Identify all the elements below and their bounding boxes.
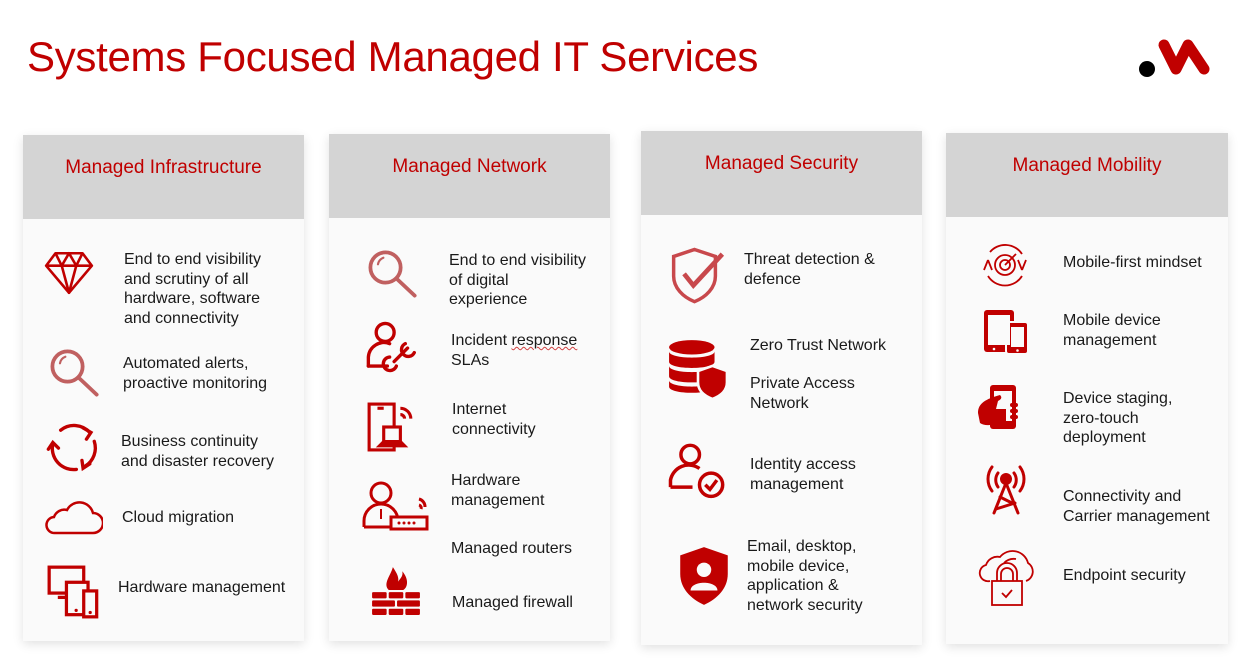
shield-check-icon — [669, 246, 727, 304]
card-heading: Managed Mobility — [1012, 155, 1162, 176]
devices-icon — [47, 565, 101, 619]
item-text: Hardware management — [451, 472, 545, 509]
item-text: Managed firewall — [452, 594, 573, 611]
phone-laptop-wifi-icon — [367, 402, 415, 452]
target-cycle-icon — [980, 240, 1030, 290]
firewall-icon — [370, 565, 422, 615]
card-header: Managed Security — [641, 131, 922, 215]
diamond-icon — [43, 247, 95, 299]
dot-m-logo-icon — [1138, 33, 1220, 81]
item-text: End to end visibility and scrutiny of al… — [124, 251, 261, 327]
card-managed-mobility: Managed Mobility Mobile-first mindset Mo… — [946, 133, 1228, 644]
user-wrench-icon — [365, 319, 421, 375]
item-text: Connectivity and Carrier management — [1063, 488, 1210, 525]
card-heading: Managed Infrastructure — [65, 157, 262, 178]
card-managed-network: Managed Network End to end visibility of… — [329, 134, 610, 641]
item-text: Threat detection & defence — [744, 251, 875, 288]
cloud-lock-icon — [976, 545, 1036, 607]
card-heading: Managed Security — [704, 153, 859, 174]
spellcheck-word: response — [511, 332, 578, 349]
magnifier-icon — [365, 247, 419, 301]
item-text: Cloud migration — [122, 509, 235, 526]
cycle-arrows-icon — [45, 419, 101, 475]
item-text: Managed routers — [451, 540, 572, 557]
shield-user-icon — [677, 545, 731, 607]
item-text: Automated alerts, proactive monitoring — [123, 355, 268, 392]
item-text: Mobile device management — [1063, 312, 1161, 349]
item-text: Endpoint security — [1063, 567, 1186, 584]
user-check-icon — [667, 443, 725, 501]
card-managed-infrastructure: Managed Infrastructure End to end visibi… — [23, 135, 304, 641]
cloud-icon — [45, 497, 105, 537]
item-text: Email, desktop, mobile device, applicati… — [747, 538, 863, 614]
card-header: Managed Infrastructure — [23, 135, 304, 219]
item-text: Business continuity and disaster recover… — [121, 433, 274, 470]
item-text: Mobile-first mindset — [1063, 254, 1202, 271]
item-text: Internet connectivity — [452, 401, 536, 438]
card-header: Managed Network — [329, 134, 610, 218]
magnifier-icon — [47, 346, 101, 400]
item-text: Private Access Network — [750, 375, 855, 412]
item-text: Hardware management — [118, 579, 286, 596]
card-heading: Managed Network — [392, 156, 547, 177]
user-router-icon — [361, 479, 431, 533]
item-text: Zero Trust Network — [750, 337, 887, 354]
item-text: End to end visibility of digital experie… — [449, 252, 586, 308]
card-managed-security: Managed Security Threat detection & defe… — [641, 131, 922, 645]
hand-phone-icon — [976, 383, 1022, 431]
card-header: Managed Mobility — [946, 133, 1228, 217]
item-text: Incident response SLAs — [451, 332, 578, 369]
item-text: Device staging, zero-touch deployment — [1063, 390, 1173, 446]
database-shield-icon — [667, 339, 729, 401]
item-text: Identity access management — [750, 456, 856, 493]
page-title: Systems Focused Managed IT Services — [27, 33, 759, 80]
cell-tower-icon — [982, 463, 1030, 515]
tablet-phone-icon — [982, 308, 1030, 355]
